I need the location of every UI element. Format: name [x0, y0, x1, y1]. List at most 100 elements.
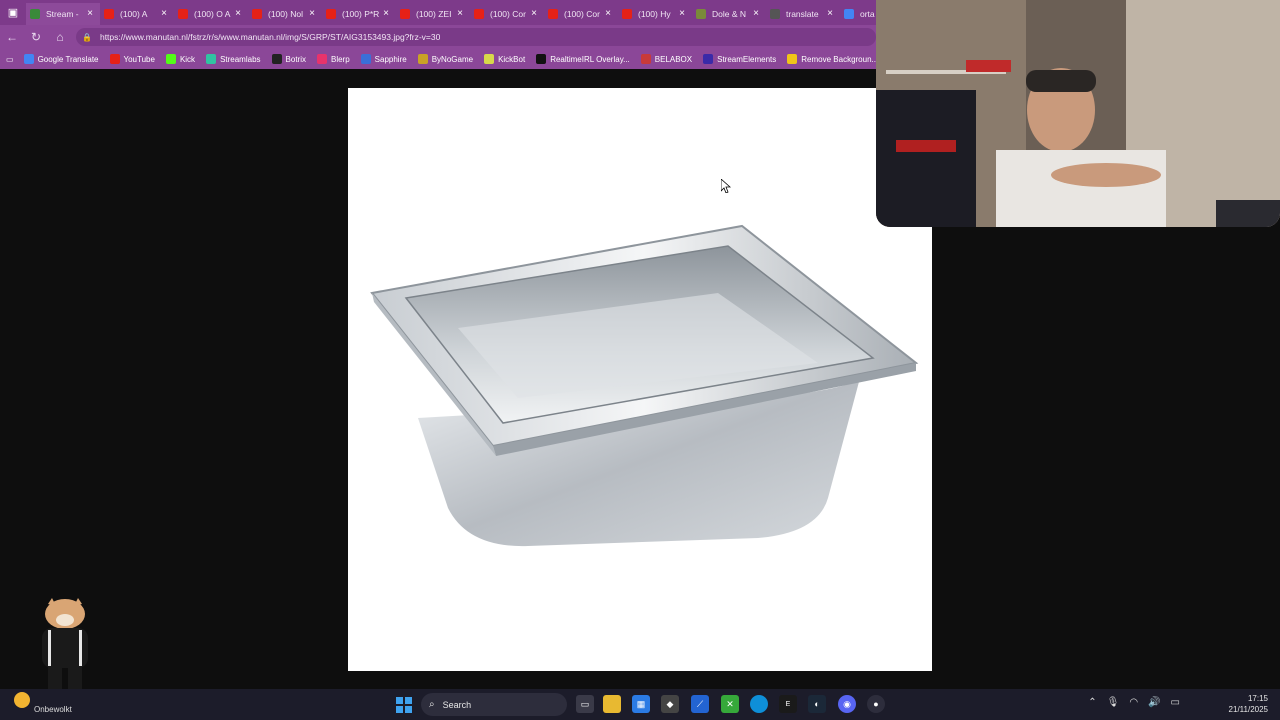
close-icon[interactable]: ×: [158, 8, 170, 19]
app-icon[interactable]: ◆: [661, 695, 679, 713]
steam-icon[interactable]: ◐: [808, 695, 826, 713]
system-tray: ⌃ 🎙 ◠ 🔊 ▭: [1088, 697, 1180, 708]
vscode-icon[interactable]: ⟋: [691, 695, 709, 713]
bookmark-item[interactable]: KickBot: [484, 54, 525, 64]
bookmark-item[interactable]: Blerp: [316, 54, 350, 64]
taskbar-clock[interactable]: 17:15 21/11/2025: [1229, 693, 1268, 715]
youtube-icon: [622, 8, 632, 19]
bookmark-label: RealtimeIRL Overlay...: [550, 54, 630, 64]
product-image: [348, 88, 932, 671]
browser-tab[interactable]: (100) A ×: [100, 3, 174, 25]
bookmark-item[interactable]: Remove Backgroun...: [787, 54, 878, 64]
youtube-icon: [104, 8, 114, 19]
bookmark-label: Kick: [179, 54, 196, 64]
close-icon[interactable]: ×: [306, 8, 318, 19]
search-icon: ⌕: [429, 699, 435, 710]
close-icon[interactable]: ×: [232, 8, 244, 19]
tab-title: (100) Cor: [564, 8, 600, 19]
epic-games-icon[interactable]: E: [779, 695, 797, 713]
close-icon[interactable]: ×: [528, 8, 540, 19]
refresh-icon[interactable]: ↻: [24, 25, 48, 49]
bookmark-label: Blerp: [330, 54, 350, 64]
close-icon[interactable]: ×: [676, 8, 688, 19]
bookmark-label: Botrix: [285, 54, 306, 64]
edge-icon[interactable]: [750, 695, 768, 713]
tab-title: Stream -: [46, 8, 79, 19]
xbox-icon[interactable]: ✕: [721, 695, 739, 713]
bynogame-icon: [417, 54, 428, 64]
store-icon[interactable]: ▦: [632, 695, 650, 713]
youtube-icon: [109, 54, 120, 64]
browser-tab[interactable]: Stream - ×: [26, 2, 100, 25]
taskbar-search[interactable]: ⌕ Search: [421, 693, 567, 716]
back-icon[interactable]: ←: [0, 25, 24, 49]
discord-icon[interactable]: ◉: [838, 695, 856, 713]
streamer-webcam-image: [876, 0, 1280, 227]
browser-tab[interactable]: (100) Cor ×: [544, 3, 618, 25]
bookmark-item[interactable]: Sapphire: [360, 54, 407, 64]
kick-icon: [165, 54, 176, 64]
close-icon[interactable]: ×: [602, 8, 614, 19]
chevron-up-icon[interactable]: ⌃: [1088, 697, 1096, 708]
close-icon[interactable]: ×: [84, 8, 96, 19]
bookmark-label: Google Translate: [37, 54, 99, 64]
wifi-icon[interactable]: ◠: [1129, 697, 1138, 708]
obs-icon[interactable]: ●: [867, 695, 885, 713]
browser-tab[interactable]: Dole & N ×: [692, 3, 766, 25]
taskbar: Onbewolkt ⌕ Search ▭ ▦ ◆ ⟋ ✕ E ◐ ◉ ● ⌃ 🎙…: [0, 689, 1280, 720]
url-field[interactable]: 🔒 https://www.manutan.nl/fstrz/r/s/www.m…: [76, 28, 876, 46]
weather-label: Onbewolkt: [34, 705, 72, 714]
bookmark-item[interactable]: ByNoGame: [417, 54, 473, 64]
weather-widget[interactable]: Onbewolkt: [14, 692, 72, 714]
browser-tab[interactable]: (100) Cor ×: [470, 3, 544, 25]
close-icon[interactable]: ×: [380, 8, 392, 19]
mouse-pointer-icon: [721, 179, 731, 193]
file-explorer-icon[interactable]: [603, 695, 621, 713]
browser-tab[interactable]: (100) O A ×: [174, 3, 248, 25]
bookmark-item[interactable]: RealtimeIRL Overlay...: [536, 54, 630, 64]
kick-icon: [30, 8, 40, 19]
close-icon[interactable]: ×: [750, 8, 762, 19]
browser-tab[interactable]: translate ×: [766, 3, 840, 25]
bookmark-item[interactable]: BELABOX: [640, 54, 693, 64]
tab-title: (100) A: [120, 8, 148, 19]
browser-tab[interactable]: (100) Hy ×: [618, 3, 692, 25]
streamlabs-icon: [206, 54, 217, 64]
google-icon: [844, 8, 854, 19]
bookmark-label: Streamlabs: [220, 54, 261, 64]
bookmark-label: KickBot: [498, 54, 526, 64]
bookmark-item[interactable]: Streamlabs: [206, 54, 261, 64]
task-view-icon[interactable]: ▭: [576, 695, 594, 713]
bookmark-label: Remove Backgroun...: [801, 54, 879, 64]
browser-tab[interactable]: (100) ZEI ×: [396, 3, 470, 25]
home-icon[interactable]: ⌂: [48, 25, 72, 49]
bookmark-item[interactable]: YouTube: [109, 54, 155, 64]
tab-actions-icon[interactable]: ▣: [0, 0, 26, 25]
tab-title: (100) Nol: [268, 8, 303, 19]
globe-icon: [770, 8, 780, 19]
browser-tab[interactable]: (100) P*R ×: [322, 3, 396, 25]
close-icon[interactable]: ×: [454, 8, 466, 19]
url-text: https://www.manutan.nl/fstrz/r/s/www.man…: [99, 32, 441, 42]
bookmark-item[interactable]: Botrix: [271, 54, 306, 64]
bookmark-item[interactable]: StreamElements: [703, 54, 776, 64]
battery-icon[interactable]: ▭: [1171, 697, 1180, 708]
search-label: Search: [442, 699, 472, 710]
steel-gastronorm-pan-image: [370, 224, 919, 547]
start-button[interactable]: [396, 697, 412, 713]
close-icon[interactable]: ×: [824, 8, 836, 19]
bookmark-item[interactable]: Kick: [165, 54, 196, 64]
tab-title: (100) O A: [194, 8, 231, 19]
bookmark-label: StreamElements: [717, 54, 777, 64]
browser-tab[interactable]: (100) Nol ×: [248, 3, 322, 25]
microphone-icon[interactable]: 🎙: [1107, 697, 1120, 708]
volume-icon[interactable]: 🔊: [1148, 697, 1160, 708]
bookmark-label: BELABOX: [654, 54, 693, 64]
rtirl-icon: [536, 54, 547, 64]
bookmarks-menu-icon[interactable]: ▭: [6, 55, 14, 64]
tab-list: Stream - × (100) A × (100) O A × (100) Nol × (10…: [26, 1, 914, 25]
youtube-icon: [252, 8, 262, 19]
bookmark-item[interactable]: Google Translate: [23, 54, 99, 64]
bookmark-label: Sapphire: [374, 54, 407, 64]
youtube-icon: [178, 8, 188, 19]
